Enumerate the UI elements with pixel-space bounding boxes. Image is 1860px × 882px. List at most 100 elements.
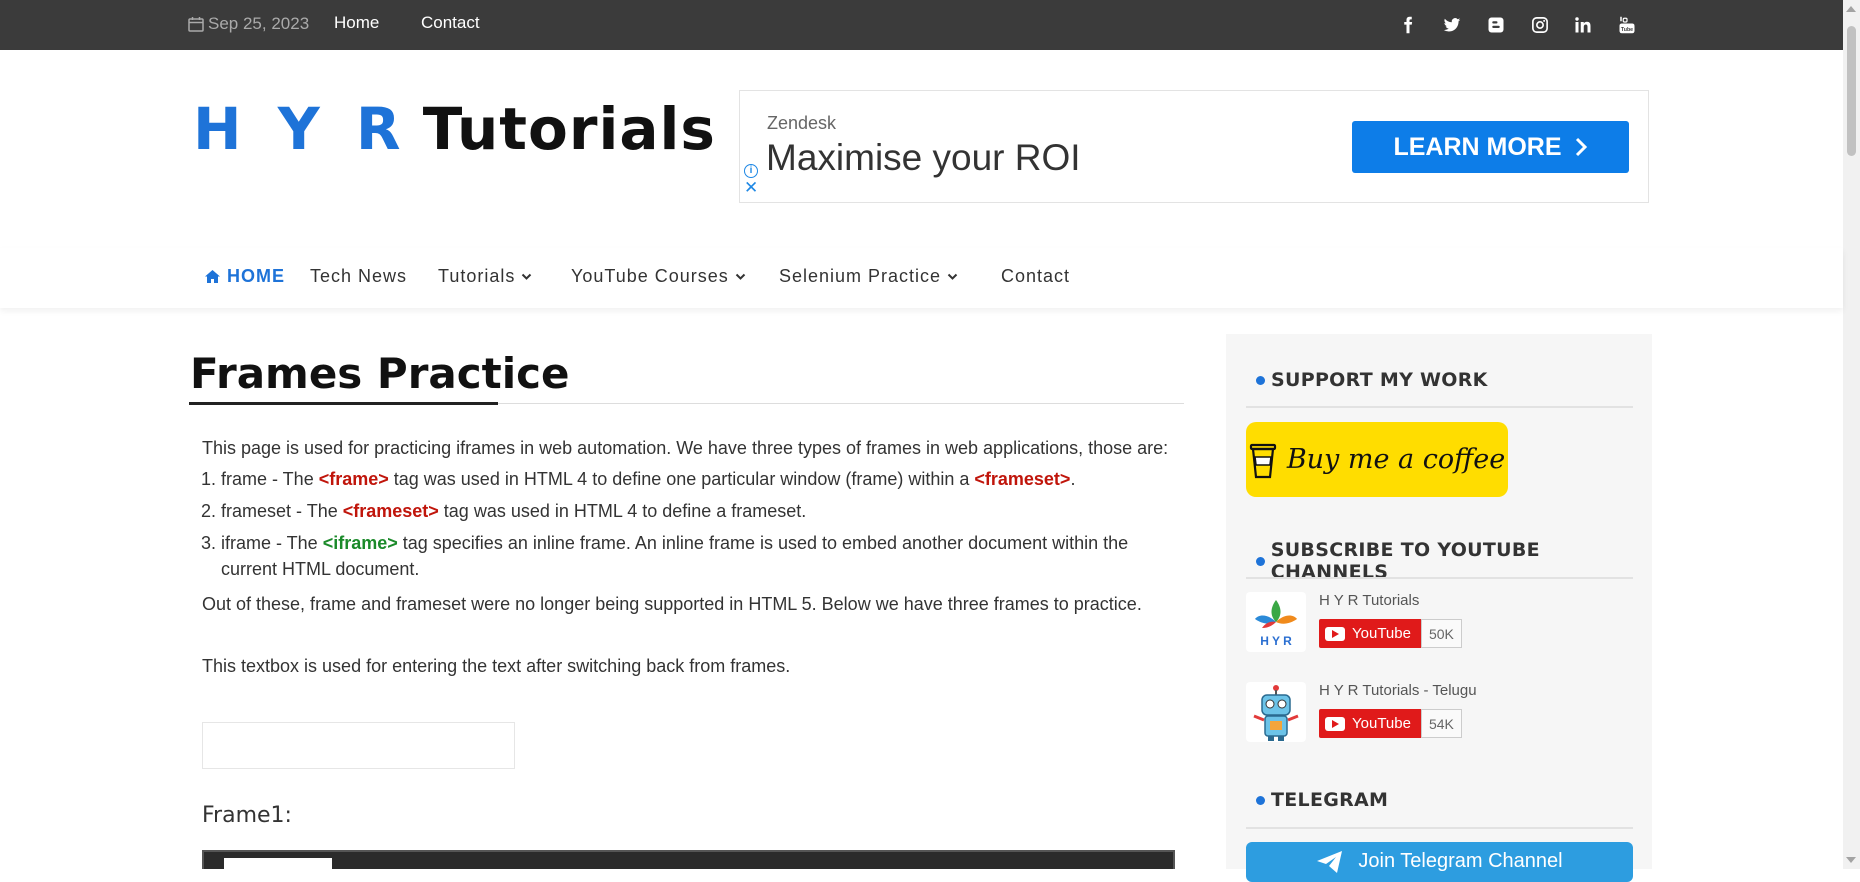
bullet-icon [1256, 795, 1265, 805]
frameset-tag: <frameset> [974, 469, 1071, 489]
ad-learn-more-button[interactable]: LEARN MORE [1352, 121, 1629, 173]
svg-text:H Y R: H Y R [1260, 634, 1292, 648]
channel-card-hyr-telugu: H Y R Tutorials - Telugu YouTube 54K [1246, 682, 1626, 744]
youtube-button-label: YouTube [1352, 625, 1411, 642]
svg-text:Tube: Tube [1621, 27, 1633, 33]
chevron-down-icon [735, 273, 745, 280]
page-title: Frames Practice [190, 349, 570, 398]
widget-divider [1246, 406, 1633, 408]
youtube-logo-icon [1325, 716, 1345, 731]
bullet-icon [1256, 556, 1265, 566]
list-text: frame - The [221, 469, 319, 489]
home-icon [205, 270, 220, 283]
frame1-iframe[interactable] [202, 850, 1175, 871]
channel-name[interactable]: H Y R Tutorials [1319, 592, 1419, 609]
widget-divider [1246, 827, 1633, 829]
nav-item-tech-news[interactable]: Tech News [310, 266, 407, 287]
frame1-content [224, 858, 332, 871]
chevron-down-icon [947, 273, 958, 280]
list-text: . [1070, 469, 1076, 489]
youtube-subscribe-button[interactable]: YouTube [1319, 709, 1421, 738]
date-text: Sep 25, 2023 [208, 14, 310, 33]
support-widget-title: SUPPORT MY WORK [1256, 369, 1488, 391]
calendar-icon [188, 17, 204, 32]
list-text: iframe - The [221, 533, 323, 553]
youtube-logo-icon [1325, 626, 1345, 641]
topbar-link-contact[interactable]: Contact [421, 13, 480, 33]
widget-divider [1246, 577, 1633, 579]
frame1-label: Frame1: [202, 803, 292, 828]
scroll-down-icon[interactable] [1846, 857, 1856, 863]
twitter-icon[interactable] [1441, 14, 1463, 36]
nav-home-label: HOME [227, 266, 285, 286]
coffee-cup-icon [1249, 443, 1276, 478]
nav-item-youtube-courses[interactable]: YouTube Courses [571, 266, 746, 287]
list-item: frame - The <frame> tag was used in HTML… [221, 466, 1172, 492]
ad-close-icon[interactable]: ✕ [744, 179, 758, 196]
subscriber-count: 54K [1420, 709, 1462, 738]
main-navigation: HOME Tech News Tutorials YouTube Courses… [0, 248, 1843, 308]
ad-info-icon[interactable]: i [744, 164, 758, 178]
frame-types-list: frame - The <frame> tag was used in HTML… [202, 466, 1172, 582]
title-underline [189, 402, 498, 405]
page-scrollbar[interactable] [1843, 0, 1860, 869]
scroll-up-icon[interactable] [1846, 6, 1856, 12]
ad-cta-label: LEARN MORE [1393, 132, 1562, 161]
article-body: This page is used for practicing iframes… [202, 432, 1172, 684]
youtube-icon[interactable]: Tube [1616, 14, 1638, 36]
telegram-title-text: TELEGRAM [1271, 789, 1389, 811]
nav-item-contact[interactable]: Contact [1001, 266, 1070, 287]
telegram-widget-title: TELEGRAM [1256, 789, 1388, 811]
frameset-tag: <frameset> [342, 501, 439, 521]
linkedin-icon[interactable] [1572, 14, 1594, 36]
scrollbar-thumb[interactable] [1847, 26, 1856, 156]
list-item: frameset - The <frameset> tag was used i… [221, 498, 1172, 524]
subscriber-count: 50K [1420, 619, 1462, 648]
iframe-tag: <iframe> [322, 533, 398, 553]
youtube-subscribe-widget[interactable]: YouTube 50K [1319, 619, 1462, 648]
nav-item-home[interactable]: HOME [204, 266, 285, 287]
coffee-label: Buy me a coffee [1286, 444, 1506, 475]
nav-selenium-practice-label: Selenium Practice [779, 266, 942, 286]
site-logo[interactable]: H Y R Tutorials [193, 95, 716, 163]
blogger-icon[interactable] [1485, 14, 1507, 36]
nav-youtube-courses-label: YouTube Courses [571, 266, 729, 286]
date-display: Sep 25, 2023 [188, 14, 309, 34]
support-title-text: SUPPORT MY WORK [1271, 369, 1488, 391]
ad-brand: Zendesk [767, 113, 837, 133]
ad-headline: Maximise your ROI [766, 137, 1081, 178]
channel-name[interactable]: H Y R Tutorials - Telugu [1319, 682, 1477, 699]
nav-contact-label: Contact [1001, 266, 1071, 286]
bullet-icon [1256, 375, 1265, 385]
youtube-subscribe-button[interactable]: YouTube [1319, 619, 1421, 648]
textbox-label: This textbox is used for entering the te… [202, 656, 791, 676]
list-text: tag was used in HTML 4 to define one par… [388, 469, 975, 489]
intro-paragraph: This page is used for practicing iframes… [202, 438, 1169, 458]
topbar-link-home[interactable]: Home [334, 13, 379, 33]
sidebar: SUPPORT MY WORK Buy me a coffee SUBSCRIB… [1226, 334, 1652, 882]
top-bar: Sep 25, 2023 Home Contact Tube [0, 0, 1843, 50]
nav-item-selenium-practice[interactable]: Selenium Practice [779, 266, 958, 287]
chevron-right-icon [1575, 137, 1587, 157]
nav-item-tutorials[interactable]: Tutorials [438, 266, 532, 287]
chevron-down-icon [522, 273, 532, 280]
outro-paragraph: Out of these, frame and frameset were no… [202, 594, 1142, 614]
frame-tag: <frame> [318, 469, 389, 489]
channel-avatar-hyr[interactable]: H Y R [1246, 592, 1306, 652]
channel-card-hyr: H Y R H Y R Tutorials YouTube 50K [1246, 592, 1626, 654]
instagram-icon[interactable] [1529, 14, 1551, 36]
channel-avatar-hyr-telugu[interactable] [1246, 682, 1306, 742]
logo-wordmark: Tutorials [422, 95, 716, 163]
nav-tech-news-label: Tech News [310, 266, 408, 286]
list-text: tag was used in HTML 4 to define a frame… [438, 501, 807, 521]
advertisement-banner[interactable]: Zendesk Maximise your ROI LEARN MORE i ✕ [739, 90, 1649, 203]
name-textbox[interactable] [202, 722, 515, 769]
telegram-button-label: Join Telegram Channel [1358, 850, 1563, 872]
youtube-subscribe-widget[interactable]: YouTube 54K [1319, 709, 1462, 738]
list-item: iframe - The <iframe> tag specifies an i… [221, 530, 1172, 582]
buy-me-a-coffee-button[interactable]: Buy me a coffee [1246, 422, 1508, 497]
youtube-button-label: YouTube [1352, 715, 1411, 732]
facebook-icon[interactable] [1397, 14, 1419, 36]
nav-tutorials-label: Tutorials [438, 266, 516, 286]
join-telegram-button[interactable]: Join Telegram Channel [1246, 842, 1633, 882]
